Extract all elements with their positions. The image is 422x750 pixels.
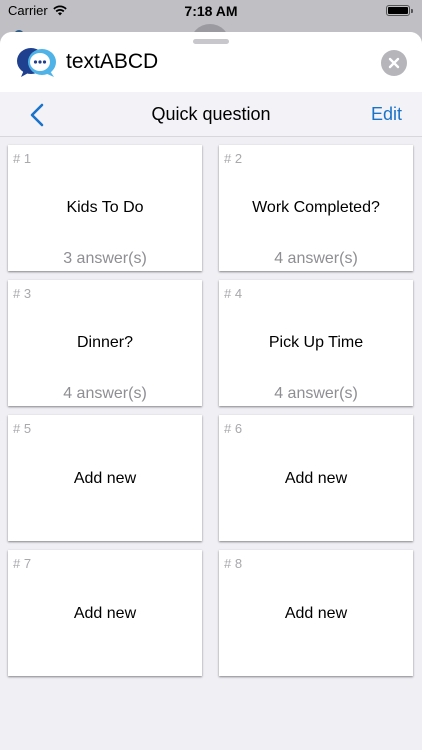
chat-bubble-logo-icon bbox=[17, 48, 56, 77]
close-icon bbox=[388, 57, 400, 69]
question-card-3[interactable]: # 3 Dinner? 4 answer(s) bbox=[8, 280, 202, 406]
add-new-card-8[interactable]: # 8 Add new bbox=[219, 550, 413, 676]
card-answer-count: 3 answer(s) bbox=[63, 250, 147, 267]
add-new-card-6[interactable]: # 6 Add new bbox=[219, 415, 413, 541]
question-grid: # 1 Kids To Do 3 answer(s) # 2 Work Comp… bbox=[8, 145, 414, 676]
card-title: Add new bbox=[73, 470, 137, 487]
status-bar: Carrier 7:18 AM bbox=[0, 0, 422, 22]
card-number: # 2 bbox=[224, 151, 243, 166]
navigation-bar: Quick question Edit bbox=[0, 92, 422, 137]
card-number: # 3 bbox=[13, 286, 32, 301]
sheet-grabber-handle[interactable] bbox=[193, 39, 229, 44]
question-card-4[interactable]: # 4 Pick Up Time 4 answer(s) bbox=[219, 280, 413, 406]
card-title: Add new bbox=[284, 605, 348, 622]
card-answer-count: 4 answer(s) bbox=[63, 385, 147, 402]
card-title: Kids To Do bbox=[66, 199, 144, 216]
add-new-card-7[interactable]: # 7 Add new bbox=[8, 550, 202, 676]
app-title: textABCD bbox=[66, 50, 159, 73]
card-title: Dinner? bbox=[76, 334, 134, 351]
edit-button[interactable]: Edit bbox=[371, 104, 402, 125]
card-answer-count: 4 answer(s) bbox=[274, 385, 358, 402]
card-number: # 7 bbox=[13, 556, 32, 571]
card-title: Pick Up Time bbox=[268, 334, 364, 351]
card-answer-count: 4 answer(s) bbox=[274, 250, 358, 267]
question-card-1[interactable]: # 1 Kids To Do 3 answer(s) bbox=[8, 145, 202, 271]
question-card-2[interactable]: # 2 Work Completed? 4 answer(s) bbox=[219, 145, 413, 271]
card-number: # 1 bbox=[13, 151, 32, 166]
app-header: textABCD bbox=[0, 32, 422, 92]
add-new-card-5[interactable]: # 5 Add new bbox=[8, 415, 202, 541]
status-time: 7:18 AM bbox=[184, 3, 238, 19]
battery-icon bbox=[386, 5, 413, 16]
card-number: # 6 bbox=[224, 421, 243, 436]
modal-sheet: textABCD Quick question Edit # 1 Kids To… bbox=[0, 32, 422, 750]
page-title: Quick question bbox=[151, 104, 271, 124]
card-title: Work Completed? bbox=[252, 199, 380, 216]
card-title: Add new bbox=[73, 605, 137, 622]
card-number: # 8 bbox=[224, 556, 243, 571]
card-title: Add new bbox=[284, 470, 348, 487]
card-number: # 4 bbox=[224, 286, 243, 301]
card-number: # 5 bbox=[13, 421, 32, 436]
close-button[interactable] bbox=[381, 50, 407, 76]
